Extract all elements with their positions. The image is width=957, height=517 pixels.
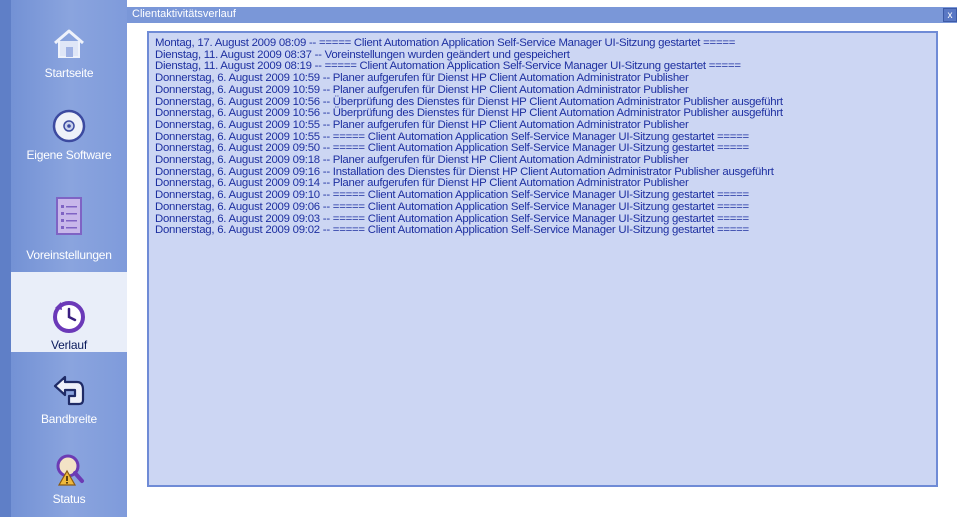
- sidebar-item-voreinstellungen[interactable]: Voreinstellungen: [11, 196, 127, 268]
- bandwidth-arrow-icon: [53, 375, 85, 406]
- sidebar-item-label: Verlauf: [51, 338, 87, 352]
- log-entry: Donnerstag, 6. August 2009 10:55 -- Plan…: [155, 118, 689, 131]
- sidebar-item-label: Bandbreite: [40, 412, 98, 426]
- status-magnifier-icon: [56, 454, 84, 486]
- window-title: Clientaktivitätsverlauf: [132, 8, 236, 20]
- log-entry: Montag, 17. August 2009 08:09 -- ===== C…: [155, 37, 736, 49]
- log-entry: Donnerstag, 6. August 2009 09:18 -- Plan…: [155, 154, 689, 167]
- sidebar-item-eigene-software[interactable]: Eigene Software: [11, 108, 127, 170]
- document-icon: [56, 197, 82, 235]
- activity-log[interactable]: Montag, 17. August 2009 08:09 -- ===== C…: [147, 31, 938, 487]
- sidebar-item-bandbreite[interactable]: Bandbreite: [11, 372, 127, 434]
- close-button[interactable]: x: [943, 8, 957, 22]
- sidebar-item-label: Voreinstellungen: [26, 248, 112, 262]
- sidebar-item-startseite[interactable]: Startseite: [11, 26, 127, 86]
- history-clock-icon: [53, 301, 85, 333]
- disc-icon: [52, 109, 86, 143]
- log-entry: Donnerstag, 6. August 2009 10:59 -- Plan…: [155, 83, 689, 96]
- sidebar-item-label: Status: [52, 492, 86, 506]
- close-icon: x: [947, 10, 953, 21]
- sidebar-item-verlauf[interactable]: Verlauf: [11, 272, 127, 352]
- sidebar-item-label: Eigene Software: [26, 148, 112, 162]
- window-titlebar: Clientaktivitätsverlauf x: [127, 7, 957, 23]
- sidebar-item-label: Startseite: [44, 66, 94, 80]
- sidebar-edge: [0, 0, 11, 517]
- log-entry: Donnerstag, 6. August 2009 09:02 -- ====…: [155, 224, 749, 237]
- log-entry: Donnerstag, 6. August 2009 09:06 -- ====…: [155, 200, 749, 213]
- home-icon: [54, 29, 84, 58]
- sidebar: Startseite Eigene Software Voreinstellun…: [0, 0, 127, 517]
- sidebar-item-status[interactable]: Status: [11, 452, 127, 510]
